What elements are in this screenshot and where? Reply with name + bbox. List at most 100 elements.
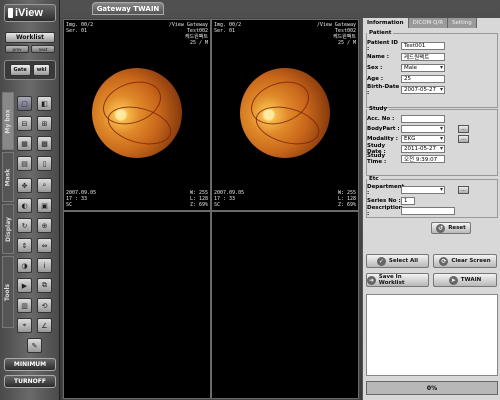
save-in-worklist-button[interactable]: ➜ Save In Worklist: [366, 273, 429, 287]
overlay-top-right: /View Gateway Test002 케드원팩트 25 / M: [168, 22, 208, 46]
log-list[interactable]: [366, 294, 498, 376]
filter-icon[interactable]: ▥: [17, 298, 32, 313]
study-time-field[interactable]: 오전 9:39:07: [401, 155, 445, 163]
window-level-icon[interactable]: ◐: [17, 198, 32, 213]
overlay-bottom-right: W: 255 L: 128 Z: 69%: [189, 190, 208, 208]
image-icon[interactable]: ▣: [37, 198, 52, 213]
department-more-button[interactable]: ...: [458, 186, 469, 194]
bodypart-more-button[interactable]: ...: [458, 125, 469, 133]
invert-icon[interactable]: ◑: [17, 258, 32, 273]
age-field[interactable]: 25: [401, 75, 445, 83]
etc-legend: Etc: [369, 176, 379, 182]
overlay-top-right: /View Gateway Test002 케드원팩트 25 / M: [316, 22, 356, 46]
wkl-button[interactable]: wkl: [32, 64, 51, 76]
fundus-image: [92, 68, 182, 158]
birth-date-picker[interactable]: 2007-05-27: [401, 86, 445, 94]
modality-more-button[interactable]: ...: [458, 135, 469, 143]
tab-tools[interactable]: Tools: [2, 256, 14, 328]
tab-dicom-qr[interactable]: DICOM Q/R: [408, 18, 449, 28]
sex-select[interactable]: Male: [401, 64, 445, 72]
overlay-bottom-left: 2007.09.05 17 : 33 SC: [66, 190, 97, 208]
fundus-image: [240, 68, 330, 158]
left-sidebar: iView Worklist prev next Gate wkl My box…: [0, 0, 60, 400]
series-no-stepper[interactable]: 1: [401, 197, 415, 205]
prev-button[interactable]: prev: [5, 45, 29, 53]
worklist-nav: prev next: [5, 45, 55, 53]
progress-bar: 0%: [366, 381, 498, 395]
overlay-bottom-right: W: 255 L: 128 Z: 69%: [337, 190, 356, 208]
twain-arrow-icon: ➤: [448, 275, 458, 285]
bodypart-row: BodyPart :: [367, 125, 445, 133]
panel-tabs: Information DICOM Q/R Setting: [363, 18, 500, 28]
gate-button[interactable]: Gate: [9, 64, 31, 76]
compare-icon[interactable]: ⧉: [37, 278, 52, 293]
tab-my-box[interactable]: My box: [2, 92, 14, 150]
tab-mask[interactable]: Mask: [2, 152, 14, 202]
rotate-icon[interactable]: ↻: [17, 218, 32, 233]
modality-select[interactable]: EKG: [401, 135, 445, 143]
layout-2x1-icon[interactable]: ⊟: [17, 116, 32, 131]
save-arrow-icon: ➜: [367, 275, 376, 285]
viewport-4[interactable]: [211, 211, 359, 399]
refresh-icon: ⟳: [439, 256, 449, 266]
cine-icon[interactable]: ▶: [17, 278, 32, 293]
zoom-icon[interactable]: ⌕: [37, 178, 52, 193]
measure-icon[interactable]: ⌖: [17, 318, 32, 333]
modality-row: Modality : EKG: [367, 135, 445, 143]
info-icon[interactable]: i: [37, 258, 52, 273]
reset-button[interactable]: ↺ Reset: [431, 222, 471, 234]
angle-icon[interactable]: ∠: [37, 318, 52, 333]
top-tab-bar: Gateway TWAIN: [62, 0, 500, 16]
overlay-bottom-left: 2007.09.05 17 : 33 SC: [214, 190, 245, 208]
name-row: Name : 케드원팩트: [367, 53, 445, 61]
study-date-picker[interactable]: 2011-05-27: [401, 145, 445, 153]
logo-icon: [8, 8, 13, 18]
reset-view-icon[interactable]: ⟲: [37, 298, 52, 313]
vertical-tabs: My box Mask Display Tools: [2, 92, 14, 342]
tab-information[interactable]: Information: [363, 18, 409, 28]
turnoff-button[interactable]: TURNOFF: [4, 375, 56, 388]
magnify-icon[interactable]: ⊕: [37, 218, 52, 233]
age-row: Age :25: [367, 75, 445, 83]
clear-screen-button[interactable]: ⟳ Clear Screen: [433, 254, 497, 268]
acc-no-field[interactable]: [401, 115, 445, 123]
tab-setting[interactable]: Setting: [448, 18, 477, 28]
viewport-2[interactable]: Img. 00/2 Ser. 01 /View Gateway Test002 …: [211, 19, 359, 211]
layout-1x2-icon[interactable]: ◧: [37, 96, 52, 111]
layout-4x4-icon[interactable]: ▩: [37, 136, 52, 151]
minimum-button[interactable]: MINIMUM: [4, 358, 56, 371]
patient-id-field[interactable]: Test001: [401, 42, 445, 50]
description-row: Description :: [367, 205, 455, 217]
gateway-toggle: Gate wkl: [4, 60, 56, 80]
scroll-icon[interactable]: ⇕: [17, 238, 32, 253]
layout-2x2-icon[interactable]: ⊞: [37, 116, 52, 131]
pan-icon[interactable]: ✥: [17, 178, 32, 193]
acc-row: Acc. No :: [367, 115, 445, 123]
tab-display[interactable]: Display: [2, 204, 14, 254]
bodypart-select[interactable]: [401, 125, 445, 133]
overlay-top-left: Img. 00/2 Ser. 01: [214, 22, 242, 34]
patient-id-row: Patient ID : Test001: [367, 40, 445, 52]
tab-gateway-twain[interactable]: Gateway TWAIN: [92, 2, 164, 15]
layout-3x3-icon[interactable]: ▦: [17, 136, 32, 151]
image-viewer[interactable]: Img. 00/2 Ser. 01 /View Gateway Test002 …: [62, 18, 360, 400]
description-field[interactable]: [401, 207, 455, 215]
app-window: iView Worklist prev next Gate wkl My box…: [0, 0, 500, 400]
sex-row: Sex : Male: [367, 64, 445, 72]
document-icon[interactable]: ▯: [37, 156, 52, 171]
layout-1x1-icon[interactable]: ▢: [17, 96, 32, 111]
viewport-1[interactable]: Img. 00/2 Ser. 01 /View Gateway Test002 …: [63, 19, 211, 211]
twain-button[interactable]: ➤ TWAIN: [433, 273, 497, 287]
worklist-button[interactable]: Worklist: [5, 32, 55, 43]
next-button[interactable]: next: [31, 45, 55, 53]
select-all-button[interactable]: ✓ Select All: [366, 254, 429, 268]
flip-icon[interactable]: ⇔: [37, 238, 52, 253]
grid-icon[interactable]: ▤: [17, 156, 32, 171]
viewport-3[interactable]: [63, 211, 211, 399]
progress-text: 0%: [426, 384, 438, 392]
department-select[interactable]: [401, 186, 445, 194]
name-field[interactable]: 케드원팩트: [401, 53, 445, 61]
patient-legend: Patient: [369, 30, 392, 36]
annotate-icon[interactable]: ✎: [27, 338, 42, 353]
reset-icon: ↺: [436, 223, 446, 233]
